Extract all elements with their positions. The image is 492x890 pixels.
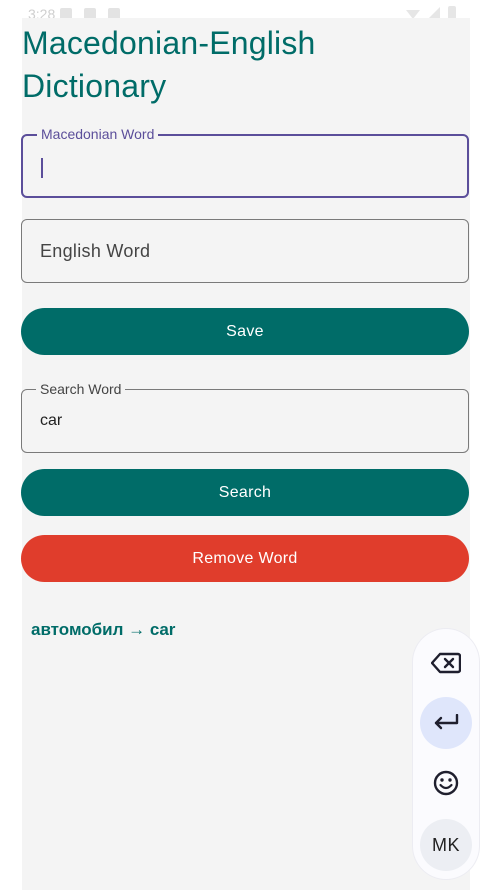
page-title: Macedonian-English Dictionary [22, 25, 316, 104]
save-button[interactable]: Save [21, 308, 469, 355]
backspace-icon [431, 652, 461, 674]
remove-word-button[interactable]: Remove Word [21, 535, 469, 582]
emoji-icon [433, 770, 459, 796]
english-word-placeholder: English Word [40, 241, 151, 261]
backspace-key[interactable] [420, 637, 472, 689]
search-word-value: car [40, 412, 63, 429]
search-word-field[interactable]: Search Word car [21, 381, 469, 453]
floating-keyboard: MK [413, 629, 479, 879]
language-label: MK [432, 834, 460, 855]
search-word-label: Search Word [36, 381, 126, 397]
text-cursor [41, 158, 43, 178]
macedonian-word-label: Macedonian Word [37, 126, 159, 142]
emoji-key[interactable] [420, 757, 472, 809]
search-button[interactable]: Search [21, 469, 469, 516]
enter-key[interactable] [420, 697, 472, 749]
macedonian-word-field[interactable]: Macedonian Word [21, 126, 469, 198]
search-result: автомобил → car [31, 620, 176, 639]
english-word-field[interactable]: English Word [21, 219, 469, 283]
enter-icon [434, 714, 459, 730]
language-switch-key[interactable]: MK [420, 819, 472, 871]
